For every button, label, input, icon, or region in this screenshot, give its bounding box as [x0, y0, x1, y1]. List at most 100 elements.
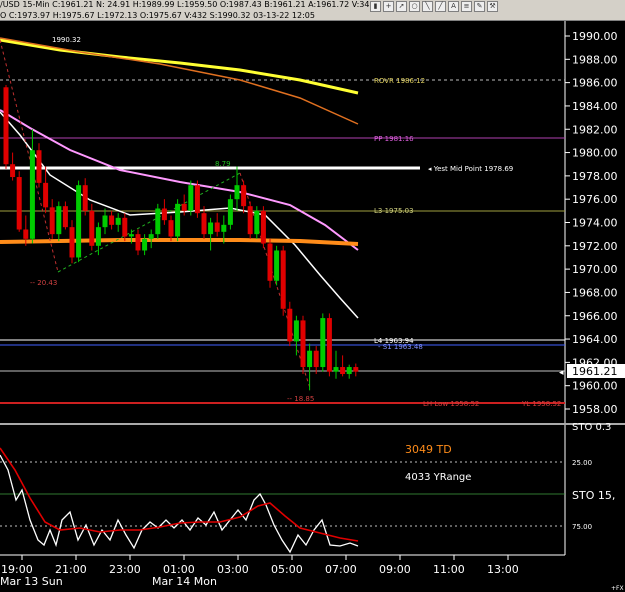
candle — [247, 201, 253, 239]
candle-body — [16, 177, 22, 230]
s1-text: S1 1963.48 — [383, 343, 423, 351]
price-chart[interactable]: ROVR 1986.12 PP 1981.16 ◂ Yest Mid Point… — [0, 21, 625, 592]
candle-body — [175, 203, 181, 237]
candle-body — [82, 185, 88, 211]
candle-body — [89, 210, 95, 246]
candle-body — [340, 367, 346, 375]
price-tick-label: 1958.00 — [572, 403, 618, 416]
high-annotation: 1990.32 — [52, 36, 81, 44]
candle — [274, 245, 280, 286]
candle-body — [201, 213, 207, 235]
td-label: 3049 TD — [405, 443, 452, 456]
candle — [3, 84, 9, 169]
candle-body — [69, 227, 75, 258]
time-tick-label: 09:00 — [379, 563, 411, 576]
candle — [175, 199, 181, 242]
line-icon[interactable]: ╱ — [435, 1, 446, 12]
candle — [155, 203, 161, 239]
candle-body — [56, 206, 62, 235]
candle-body — [227, 199, 233, 225]
candle-body — [122, 217, 128, 237]
yl-label: YL 1958.52 — [521, 400, 561, 408]
candle-body — [326, 318, 332, 372]
candle-body — [313, 350, 319, 368]
price-tick-label: 1960.00 — [572, 380, 618, 393]
yest-mid-text: Yest Mid Point 1978.69 — [433, 165, 513, 173]
time-tick-label: 11:00 — [433, 563, 465, 576]
l3-label: L3 1975.03 — [374, 207, 414, 215]
candle-body — [293, 320, 299, 342]
sto-partial-label: STO 0.3 — [572, 422, 611, 433]
price-tick-label: 1976.00 — [572, 193, 618, 206]
bar-icon[interactable]: ▮ — [370, 1, 381, 12]
price-tick-label: 1978.00 — [572, 170, 618, 183]
candle-body — [208, 222, 214, 235]
time-tick-label: 05:00 — [271, 563, 303, 576]
candle-body — [287, 308, 293, 342]
price-tick-label: 1986.00 — [572, 77, 618, 90]
text-icon[interactable]: A — [448, 1, 459, 12]
arrow-icon[interactable]: ➚ — [396, 1, 407, 12]
plus-icon[interactable]: + — [383, 1, 394, 12]
title-bar: /USD 15-Min C:1961.21 N: 24.91 H:1989.99… — [0, 0, 625, 21]
price-axis[interactable]: 1990.00 1988.00 1986.00 1984.00 1982.00 1980.… — [565, 30, 618, 416]
candle-body — [247, 206, 253, 235]
price-tick-label: 1990.00 — [572, 30, 618, 43]
candle — [227, 194, 233, 230]
pencil-icon[interactable]: ✎ — [474, 1, 485, 12]
lh-low-label: LH Low 1958.52 — [423, 400, 479, 408]
marker-arrow-icon: ◂ — [559, 368, 564, 378]
chart-background — [0, 21, 625, 592]
candle-body — [353, 367, 359, 372]
indicator-tick-75: 75.00 — [572, 523, 592, 531]
candle-body — [76, 185, 82, 258]
line-icon[interactable]: ╲ — [422, 1, 433, 12]
candle-body — [274, 250, 280, 281]
fib-icon[interactable]: ≡ — [461, 1, 472, 12]
candle-body — [254, 210, 260, 235]
candle-body — [128, 234, 134, 237]
time-tick-label: 23:00 — [109, 563, 141, 576]
sto-label: STO 15, — [572, 489, 615, 502]
price-tick-label: 1980.00 — [572, 147, 618, 160]
yrange-label: 4033 YRange — [405, 472, 471, 483]
price-tick-label: 1968.00 — [572, 286, 618, 299]
candle-body — [155, 208, 161, 235]
candle — [254, 206, 260, 239]
price-tick-label: 1972.00 — [572, 240, 618, 253]
candle-body — [3, 87, 9, 165]
tools-icon[interactable]: ⚒ — [487, 1, 498, 12]
candle-body — [267, 243, 273, 281]
price-tick-label: 1966.00 — [572, 310, 618, 323]
candle-body — [234, 185, 240, 200]
time-tick-label: 07:00 — [325, 563, 357, 576]
current-price-marker: ◂ 1961.21 — [559, 364, 625, 378]
candle-body — [10, 164, 16, 178]
corner-label: +FX — [611, 585, 624, 592]
indicator-tick-25: 25.00 — [572, 459, 592, 467]
candle-body — [260, 210, 266, 244]
candle — [260, 206, 266, 249]
candle-body — [161, 208, 167, 221]
candle-body — [95, 227, 101, 246]
candle — [300, 315, 306, 375]
candle — [89, 203, 95, 251]
date-label-mar14: Mar 14 Mon — [152, 575, 217, 588]
price-tick-label: 1984.00 — [572, 100, 618, 113]
candle-body — [346, 367, 352, 375]
candle-body — [43, 182, 49, 208]
candle — [16, 171, 22, 232]
candle-body — [49, 207, 55, 235]
candle — [326, 313, 332, 377]
candle-body — [194, 185, 200, 214]
candle-body — [307, 350, 313, 368]
swing-low-left-annotation: -- 20.43 — [30, 279, 57, 287]
quote-line: O C:1973.97 H:1975.67 L:1972.13 O:1975.6… — [0, 11, 315, 20]
candle — [320, 313, 326, 372]
candle-body — [320, 318, 326, 368]
pp-label: PP 1981.16 — [374, 135, 414, 143]
candle-body — [109, 215, 115, 225]
candle-body — [29, 150, 35, 239]
candle-body — [115, 217, 121, 225]
ellipse-icon[interactable]: ○ — [409, 1, 420, 12]
